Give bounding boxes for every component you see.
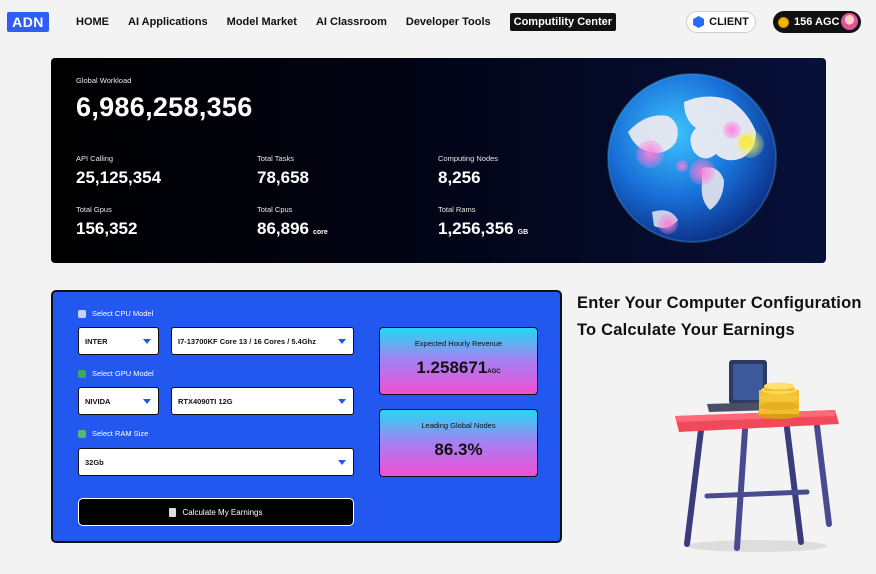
cpu-field-label: Select CPU Model (78, 309, 153, 318)
nav-ai-applications[interactable]: AI Applications (128, 12, 208, 32)
client-label: CLIENT (709, 16, 749, 28)
cpu-model-select[interactable]: I7-13700KF Core 13 / 16 Cores / 5.4Ghz (171, 327, 354, 355)
hourly-revenue-value: 1.258671AGC (416, 358, 501, 377)
stat-unit: GB (517, 229, 529, 236)
balance-pill[interactable]: 156 AGC (773, 11, 861, 33)
stat-label: API Calling (76, 154, 114, 163)
gpu-model-select[interactable]: RTX4090TI 12G (171, 387, 354, 415)
stat-label: Total Cpus (257, 205, 293, 214)
global-workload-value: 6,986,258,356 (76, 92, 253, 122)
globe-illustration (606, 72, 778, 244)
ram-icon (78, 429, 86, 438)
stat-value: 86,896 core (257, 219, 328, 238)
stat-label: Total Rams (438, 205, 476, 214)
nav-ai-classroom[interactable]: AI Classroom (316, 12, 387, 32)
nav-model-market[interactable]: Model Market (227, 12, 297, 32)
avatar[interactable] (841, 13, 858, 30)
hourly-revenue-title: Expected Hourly Revenue (414, 339, 503, 348)
cpu-brand-select[interactable]: INTER (78, 327, 159, 355)
coin-icon (778, 16, 789, 28)
stat-label: Computing Nodes (438, 154, 499, 163)
nav-computility-center[interactable]: Computility Center (509, 13, 617, 31)
chevron-down-icon (338, 399, 346, 404)
calculator-icon (169, 507, 177, 517)
calculate-earnings-button[interactable]: Calculate My Earnings (78, 498, 354, 526)
chevron-down-icon (143, 399, 151, 404)
gpu-brand-select[interactable]: NIVIDA (78, 387, 159, 415)
gpu-icon (78, 369, 86, 378)
stats-panel: Global Workload 6,986,258,356 API Callin… (51, 58, 826, 263)
stat-value: 156,352 (76, 219, 138, 238)
stat-value: 78,658 (257, 168, 309, 187)
nav-developer-tools[interactable]: Developer Tools (406, 12, 491, 32)
stat-value: 8,256 (438, 168, 481, 187)
hourly-revenue-card: Expected Hourly Revenue 1.258671AGC (379, 327, 538, 395)
ram-size-select[interactable]: 32Gb (78, 448, 354, 476)
logo[interactable]: ADN (7, 12, 49, 32)
global-nodes-card: Leading Global Nodes 86.3% (379, 409, 538, 477)
ram-field-label: Select RAM Size (78, 429, 148, 438)
chevron-down-icon (338, 339, 346, 344)
gpu-field-label: Select GPU Model (78, 369, 154, 378)
client-button[interactable]: CLIENT (686, 11, 756, 33)
stat-label: Total Gpus (76, 205, 112, 214)
main-nav: HOME AI Applications Model Market AI Cla… (76, 12, 635, 32)
stat-unit: core (313, 229, 328, 236)
client-hex-icon (693, 16, 705, 28)
nav-home[interactable]: HOME (76, 12, 109, 32)
global-workload-label: Global Workload (76, 76, 132, 85)
calculator-headline: Enter Your Computer Configuration To Cal… (577, 294, 862, 339)
stat-label: Total Tasks (257, 154, 294, 163)
cpu-icon (78, 309, 86, 318)
global-nodes-value: 86.3% (434, 440, 483, 459)
balance-label: 156 AGC (794, 16, 840, 28)
chevron-down-icon (143, 339, 151, 344)
chevron-down-icon (338, 460, 346, 465)
desk-laptop-illustration (667, 356, 847, 554)
global-nodes-title: Leading Global Nodes (421, 421, 496, 430)
stat-value: 25,125,354 (76, 168, 162, 187)
earnings-calculator: Select CPU Model INTER I7-13700KF Core 1… (51, 290, 562, 543)
stat-value: 1,256,356 GB (438, 219, 529, 238)
